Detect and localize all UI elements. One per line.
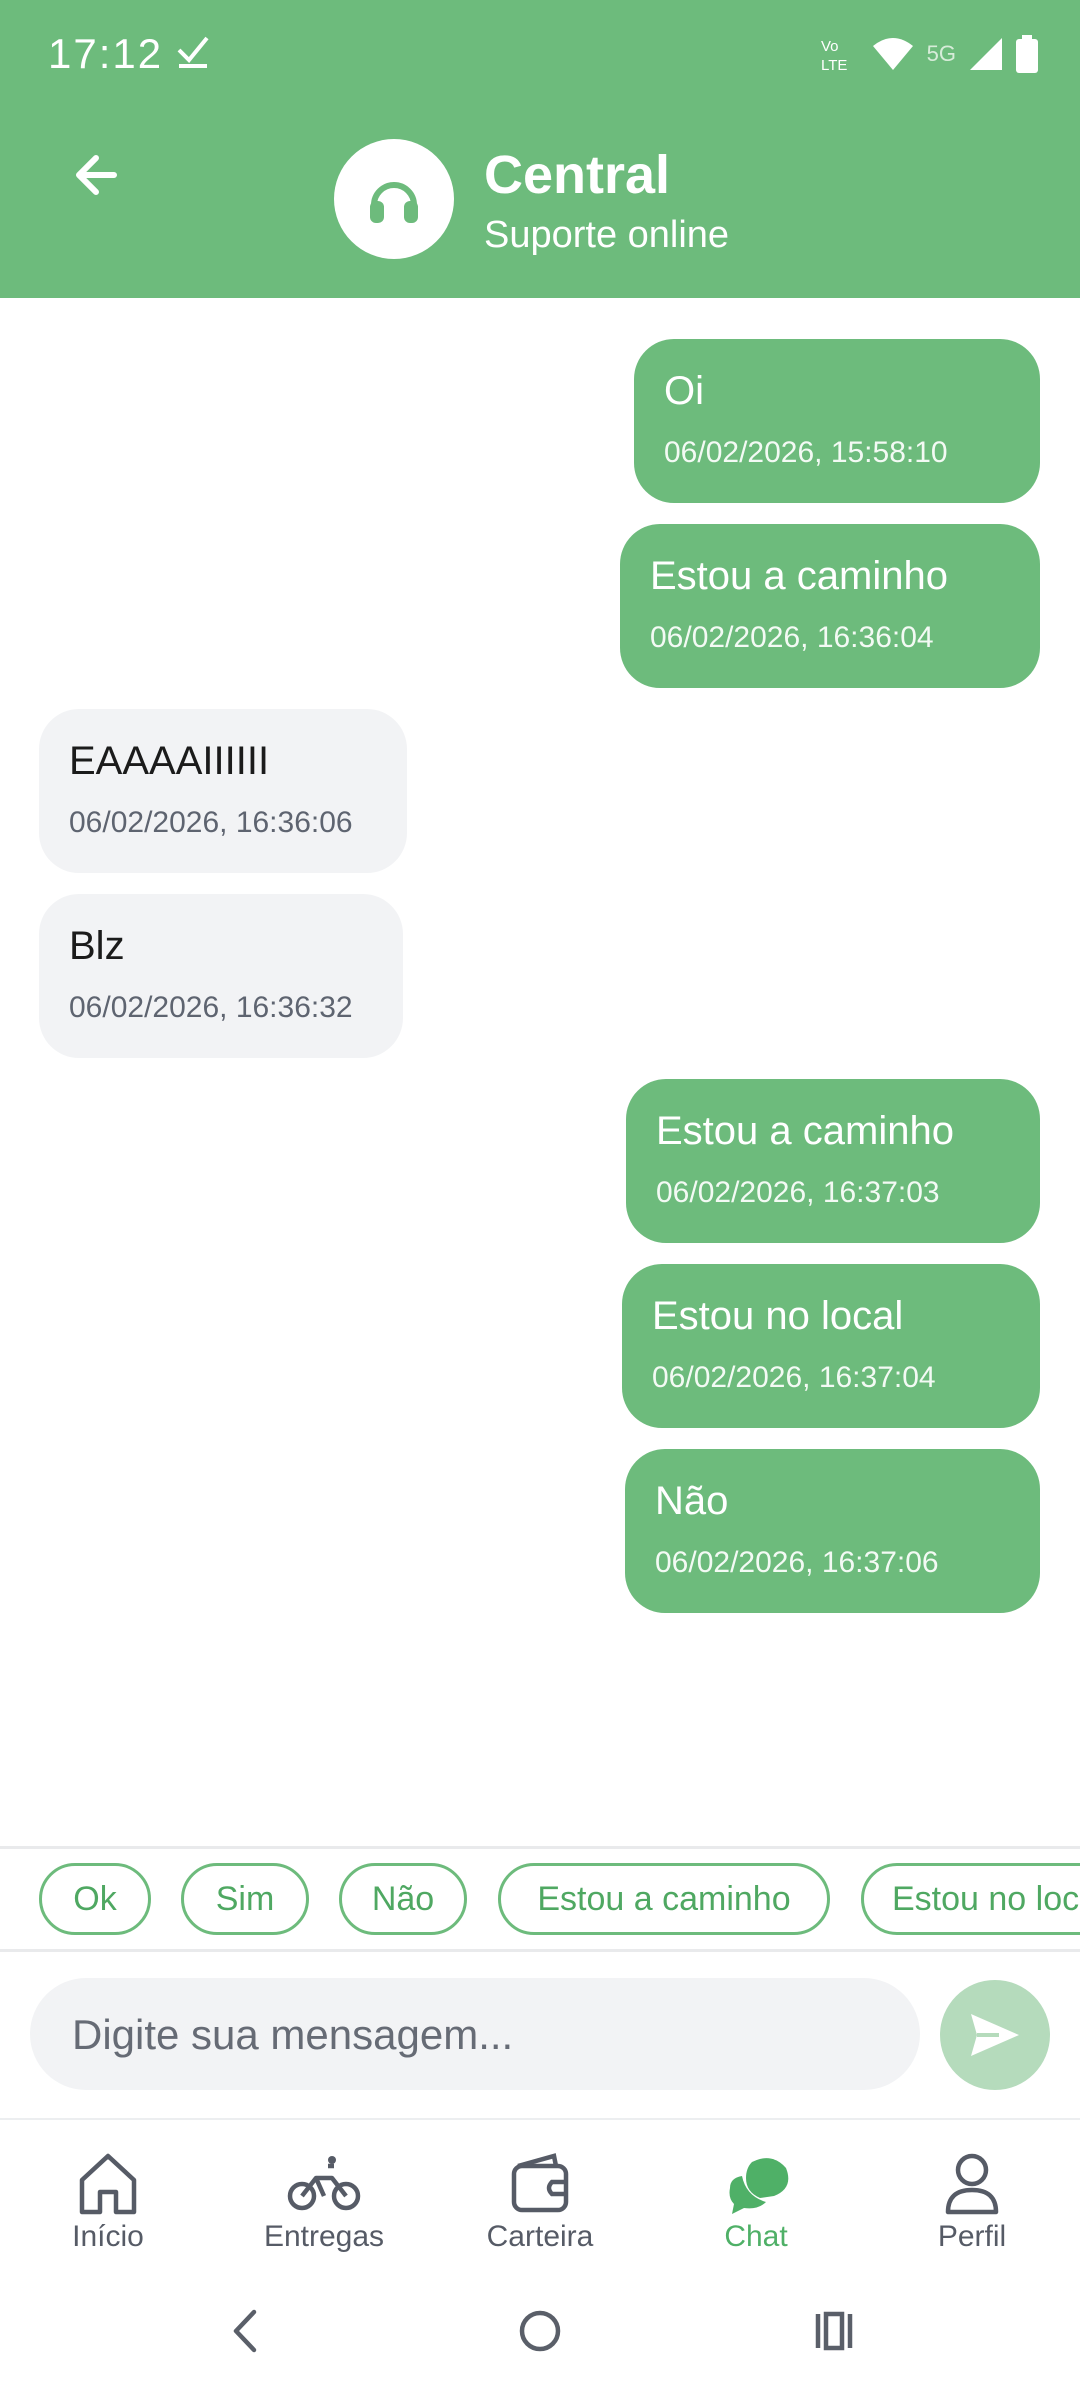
message-bubble[interactable]: Estou a caminho 06/02/2026, 16:37:03 bbox=[626, 1079, 1040, 1243]
quick-reply-nao[interactable]: Não bbox=[339, 1863, 467, 1935]
send-icon bbox=[971, 2014, 1019, 2056]
nav-item-perfil[interactable]: Perfil bbox=[864, 2120, 1080, 2288]
message-text: EAAAAIIIIII bbox=[69, 739, 270, 783]
nav-label: Entregas bbox=[263, 2220, 385, 2253]
chat-header: 17:12 Vo LTE 5G Central Suporte online bbox=[0, 0, 1080, 298]
home-icon bbox=[79, 2153, 137, 2215]
nav-label: Perfil bbox=[937, 2220, 1007, 2253]
message-bubble[interactable]: Estou a caminho 06/02/2026, 16:36:04 bbox=[620, 524, 1040, 688]
status-icons: Vo LTE 5G bbox=[819, 34, 1038, 74]
message-text: Estou no local bbox=[652, 1294, 904, 1338]
check-icon bbox=[177, 36, 209, 68]
message-text: Não bbox=[655, 1479, 729, 1523]
quick-reply-sim[interactable]: Sim bbox=[181, 1863, 309, 1935]
message-bubble[interactable]: Oi 06/02/2026, 15:58:10 bbox=[634, 339, 1040, 503]
message-input[interactable] bbox=[70, 1978, 914, 2092]
message-time: 06/02/2026, 16:37:04 bbox=[652, 1361, 936, 1394]
message-bubble[interactable]: EAAAAIIIIII 06/02/2026, 16:36:06 bbox=[39, 709, 407, 873]
bottom-navigation: Início Entregas Carteira Chat Perfil bbox=[0, 2118, 1080, 2288]
status-time: 17:12 bbox=[48, 30, 164, 77]
message-time: 06/02/2026, 16:36:04 bbox=[650, 621, 934, 654]
wallet-icon bbox=[511, 2153, 569, 2213]
nav-label: Carteira bbox=[486, 2220, 594, 2253]
message-bubble[interactable]: Estou no local 06/02/2026, 16:37:04 bbox=[622, 1264, 1040, 1428]
message-text: Blz bbox=[69, 924, 125, 968]
system-recents-icon[interactable] bbox=[812, 2306, 856, 2356]
system-navigation-bar bbox=[0, 2286, 1080, 2388]
avatar bbox=[334, 139, 454, 259]
message-text: Estou a caminho bbox=[650, 554, 948, 598]
send-button[interactable] bbox=[940, 1980, 1050, 2090]
message-input-wrapper bbox=[30, 1978, 920, 2092]
svg-text:Vo: Vo bbox=[821, 38, 839, 55]
bike-icon bbox=[287, 2156, 361, 2211]
message-time: 06/02/2026, 16:36:06 bbox=[69, 806, 353, 839]
signal-icon bbox=[970, 38, 1002, 70]
nav-label: Chat bbox=[724, 2220, 788, 2253]
message-time: 06/02/2026, 16:37:06 bbox=[655, 1546, 939, 1579]
headphones-icon bbox=[370, 182, 418, 223]
nav-item-chat[interactable]: Chat bbox=[648, 2120, 864, 2288]
message-bubble[interactable]: Blz 06/02/2026, 16:36:32 bbox=[39, 894, 403, 1058]
message-time: 06/02/2026, 16:37:03 bbox=[656, 1176, 940, 1209]
quick-reply-estou-a-caminho[interactable]: Estou a caminho bbox=[498, 1863, 830, 1935]
system-home-icon[interactable] bbox=[518, 2306, 562, 2356]
nav-item-carteira[interactable]: Carteira bbox=[432, 2120, 648, 2288]
quick-replies-bar[interactable]: Ok Sim Não Estou a caminho Estou no loca… bbox=[0, 1846, 1080, 1952]
network-label: 5G bbox=[926, 41, 956, 66]
nav-item-entregas[interactable]: Entregas bbox=[216, 2120, 432, 2288]
nav-label: Início bbox=[72, 2220, 144, 2253]
page-subtitle: Suporte online bbox=[484, 214, 730, 256]
nav-item-inicio[interactable]: Início bbox=[0, 2120, 216, 2288]
page-title: Central bbox=[484, 145, 671, 205]
message-text: Oi bbox=[664, 369, 704, 413]
quick-reply-ok[interactable]: Ok bbox=[39, 1863, 151, 1935]
volte-icon: Vo LTE bbox=[821, 38, 847, 74]
quick-reply-estou-no-local[interactable]: Estou no local bbox=[861, 1863, 1080, 1935]
user-icon bbox=[945, 2153, 999, 2215]
svg-text:LTE: LTE bbox=[821, 57, 847, 74]
message-time: 06/02/2026, 15:58:10 bbox=[664, 436, 948, 469]
message-text: Estou a caminho bbox=[656, 1109, 954, 1153]
system-back-icon[interactable] bbox=[224, 2306, 264, 2356]
chat-icon bbox=[729, 2158, 789, 2214]
wifi-icon bbox=[872, 38, 913, 70]
message-time: 06/02/2026, 16:36:32 bbox=[69, 991, 353, 1024]
message-bubble[interactable]: Não 06/02/2026, 16:37:06 bbox=[625, 1449, 1040, 1613]
battery-icon bbox=[1016, 35, 1038, 73]
back-arrow-icon[interactable] bbox=[66, 140, 136, 210]
